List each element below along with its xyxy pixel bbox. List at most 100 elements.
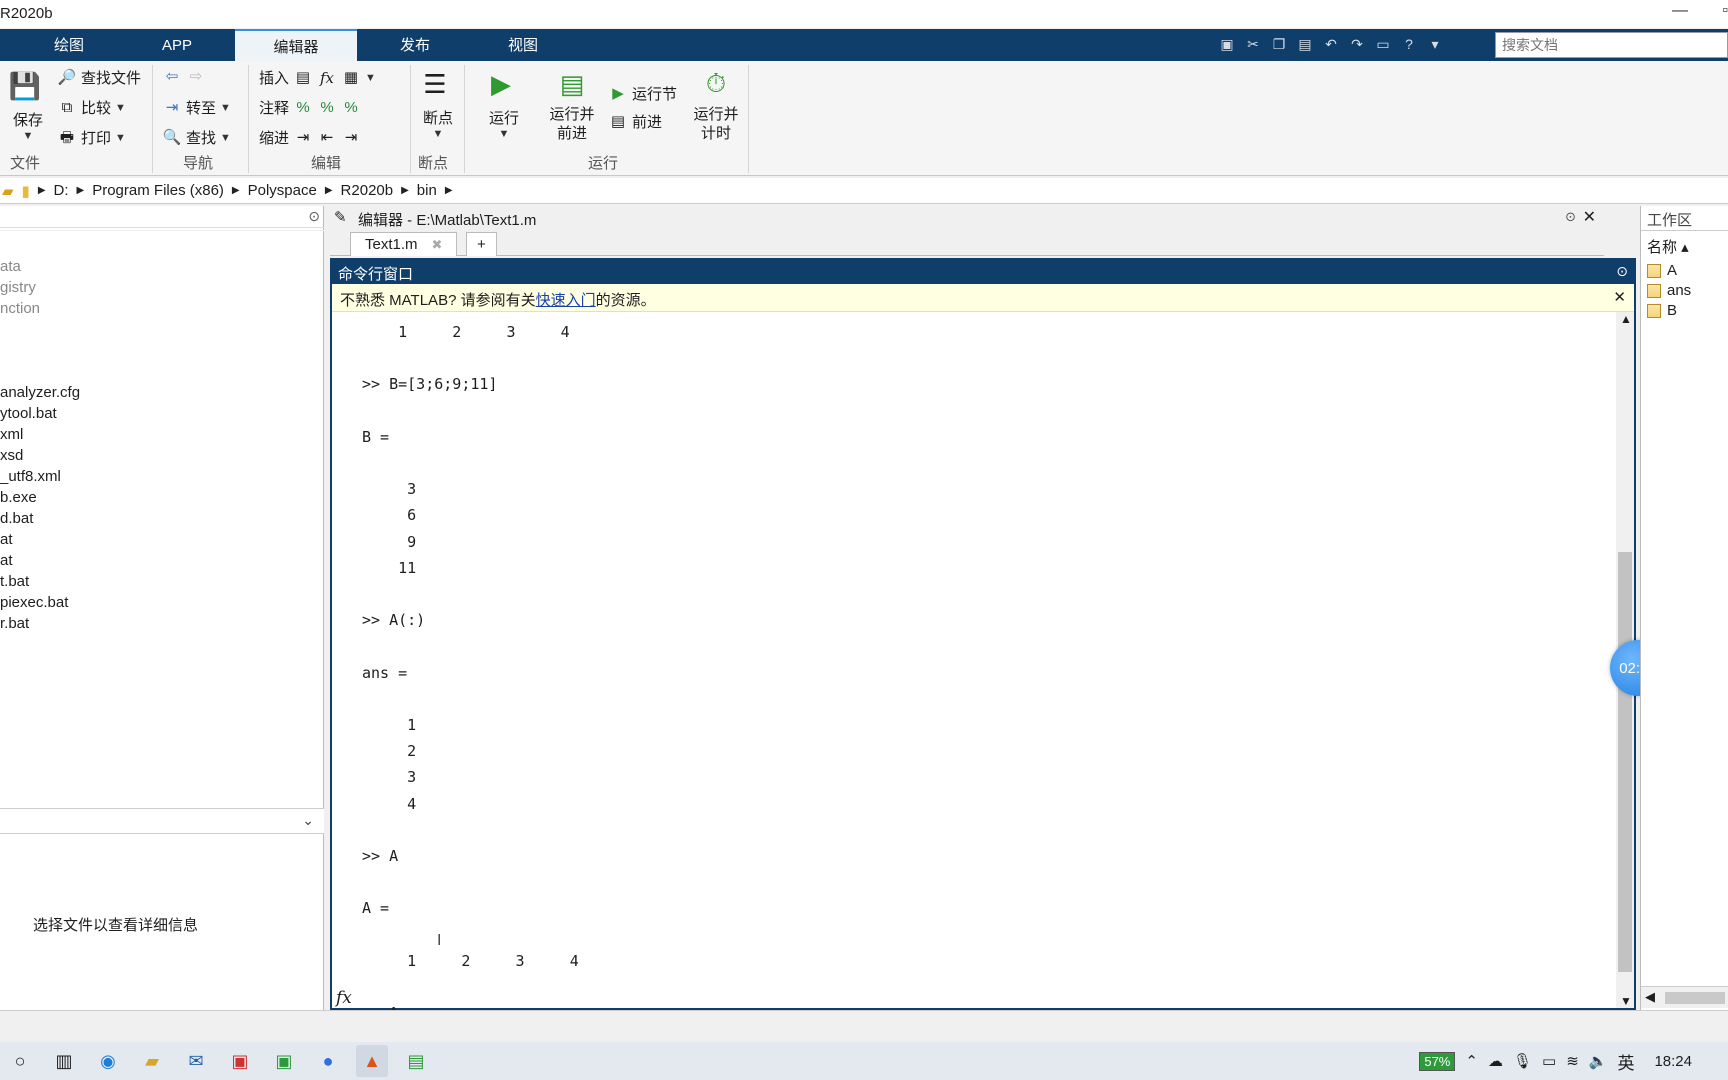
file-item[interactable]: ytool.bat — [0, 405, 57, 422]
new-tab-button[interactable]: + — [466, 232, 497, 256]
tab-publish[interactable]: 发布 — [370, 29, 460, 61]
advance-button[interactable]: ▤ 前进 — [608, 111, 662, 132]
smart-indent-icon[interactable]: ⇥ — [293, 128, 313, 148]
tab-text1-m[interactable]: Text1.m ✖ — [350, 232, 458, 256]
workspace-var[interactable]: ans — [1647, 282, 1691, 299]
breakpoints-button[interactable]: ☰ 断点 ▼ — [418, 67, 458, 141]
insert-button[interactable]: 插入 ▤ fx ▦ ▼ — [259, 67, 376, 88]
dropdown-icon[interactable]: ▾ — [1424, 33, 1446, 55]
breadcrumb-arrow-icon[interactable]: ▶ — [77, 185, 85, 196]
file-item[interactable]: at — [0, 552, 13, 569]
redo-icon[interactable]: ↷ — [1346, 33, 1368, 55]
file-item[interactable]: piexec.bat — [0, 594, 68, 611]
folder-up-icon[interactable]: ▰ — [2, 182, 14, 200]
wrap-comment-icon[interactable]: % — [341, 98, 361, 118]
search-docs-input[interactable] — [1495, 32, 1728, 58]
tab-editor[interactable]: 编辑器 — [235, 29, 357, 61]
indent-button[interactable]: 缩进 ⇥ ⇤ ⇥ — [259, 127, 361, 148]
chevron-up-icon[interactable]: ⌃ — [1465, 1052, 1478, 1070]
details-panel-header[interactable]: ⌄ — [0, 808, 324, 834]
increase-indent-icon[interactable]: ⇥ — [341, 128, 361, 148]
scroll-down-icon[interactable]: ▼ — [1620, 994, 1632, 1008]
close-notice-icon[interactable]: ✕ — [1613, 288, 1626, 306]
file-item[interactable]: nction — [0, 300, 40, 317]
horizontal-scrollbar[interactable]: ◀ — [1641, 986, 1728, 1008]
scroll-up-icon[interactable]: ▲ — [1620, 312, 1632, 326]
breadcrumb-drive[interactable]: D: — [54, 182, 69, 199]
comment-percent-icon[interactable]: % — [293, 98, 313, 118]
save-icon[interactable]: ▣ — [1216, 33, 1238, 55]
uncomment-icon[interactable]: % — [317, 98, 337, 118]
breadcrumb-part[interactable]: R2020b — [341, 182, 394, 199]
run-section-button[interactable]: ▶ 运行节 — [608, 83, 677, 104]
scrollbar-thumb[interactable] — [1665, 992, 1725, 1004]
matlab-icon[interactable]: ▲ — [356, 1045, 388, 1077]
workspace-var[interactable]: A — [1647, 262, 1677, 279]
help-icon[interactable]: ? — [1398, 33, 1420, 55]
cut-icon[interactable]: ✂ — [1242, 33, 1264, 55]
compare-button[interactable]: ⧉ 比较 ▼ — [57, 97, 126, 118]
cloud-icon[interactable]: ☁ — [1488, 1052, 1503, 1070]
find-files-button[interactable]: 🔎 查找文件 — [57, 67, 141, 88]
find-button[interactable]: 🔍 查找 ▼ — [162, 127, 231, 148]
clock-time[interactable]: 18:24 — [1654, 1053, 1692, 1070]
fx-icon[interactable]: fx — [317, 68, 337, 88]
file-item[interactable]: ata — [0, 258, 21, 275]
file-item[interactable]: d.bat — [0, 510, 33, 527]
chevron-down-icon[interactable]: ⌄ — [302, 812, 314, 829]
run-button[interactable]: ▶ 运行 ▼ — [484, 67, 524, 141]
comment-button[interactable]: 注释 % % % — [259, 97, 361, 118]
battery-icon[interactable]: ▭ — [1542, 1052, 1556, 1070]
run-and-advance-button[interactable]: ▤ 运行并 前进 — [544, 67, 600, 143]
file-item[interactable]: t.bat — [0, 573, 29, 590]
close-icon[interactable]: ✕ — [1583, 207, 1596, 227]
decrease-indent-icon[interactable]: ⇤ — [317, 128, 337, 148]
tab-apps[interactable]: APP — [132, 29, 222, 61]
maximize-icon[interactable]: ▫ — [1722, 2, 1728, 20]
switch-windows-icon[interactable]: ▭ — [1372, 33, 1394, 55]
fx-icon[interactable]: fx — [336, 988, 360, 1008]
minimize-icon[interactable]: — — [1672, 2, 1688, 20]
goto-button[interactable]: ⇥ 转至 ▼ — [162, 97, 231, 118]
undo-icon[interactable]: ↶ — [1320, 33, 1342, 55]
breadcrumb-arrow-icon[interactable]: ▶ — [445, 185, 453, 196]
battery-badge[interactable]: 57% — [1419, 1051, 1456, 1071]
file-item[interactable]: gistry — [0, 279, 36, 296]
scroll-left-icon[interactable]: ◀ — [1645, 989, 1655, 1005]
panel-menu-icon[interactable]: ⊙ — [1616, 263, 1628, 280]
breadcrumb-arrow-icon[interactable]: ▶ — [38, 185, 46, 196]
breadcrumb-arrow-icon[interactable]: ▶ — [232, 185, 240, 196]
file-item[interactable]: analyzer.cfg — [0, 384, 80, 401]
file-item[interactable]: b.exe — [0, 489, 37, 506]
forward-arrow-icon[interactable]: ⇨ — [186, 67, 206, 87]
nav-back-forward[interactable]: ⇦ ⇨ — [162, 67, 206, 87]
breadcrumb-arrow-icon[interactable]: ▶ — [401, 185, 409, 196]
file-explorer-icon[interactable]: ▰ — [136, 1045, 168, 1077]
save-button[interactable]: 💾 保存 ▼ — [8, 69, 48, 143]
name-column-header[interactable]: 名称 ▴ — [1647, 236, 1689, 257]
mail-icon[interactable]: ✉ — [180, 1045, 212, 1077]
search-circle-icon[interactable]: ○ — [4, 1045, 36, 1077]
microphone-icon[interactable]: 🎙 — [1513, 1052, 1532, 1070]
edge-browser-icon[interactable]: ◉ — [92, 1045, 124, 1077]
breadcrumb-arrow-icon[interactable]: ▶ — [325, 185, 333, 196]
paste-icon[interactable]: ▤ — [1294, 33, 1316, 55]
breadcrumb-part[interactable]: Program Files (x86) — [92, 182, 224, 199]
insert-plot-icon[interactable]: ▦ — [341, 68, 361, 88]
quick-start-link[interactable]: 快速入门 — [536, 292, 596, 309]
file-item[interactable]: xsd — [0, 447, 23, 464]
run-and-time-button[interactable]: ⏱ 运行并 计时 — [688, 67, 744, 143]
tab-plots[interactable]: 绘图 — [24, 29, 114, 61]
file-item[interactable]: xml — [0, 426, 23, 443]
app-red-icon[interactable]: ▣ — [224, 1045, 256, 1077]
app-monitor-icon[interactable]: ▤ — [400, 1045, 432, 1077]
scrollbar-thumb[interactable] — [1618, 552, 1632, 972]
copy-icon[interactable]: ❐ — [1268, 33, 1290, 55]
file-item[interactable]: at — [0, 531, 13, 548]
volume-icon[interactable]: 🔈 — [1589, 1052, 1608, 1070]
task-view-icon[interactable]: ▥ — [48, 1045, 80, 1077]
back-arrow-icon[interactable]: ⇦ — [162, 67, 182, 87]
ime-indicator[interactable]: 英 — [1617, 1049, 1634, 1074]
breadcrumb-part[interactable]: Polyspace — [248, 182, 317, 199]
tab-view[interactable]: 视图 — [478, 29, 568, 61]
